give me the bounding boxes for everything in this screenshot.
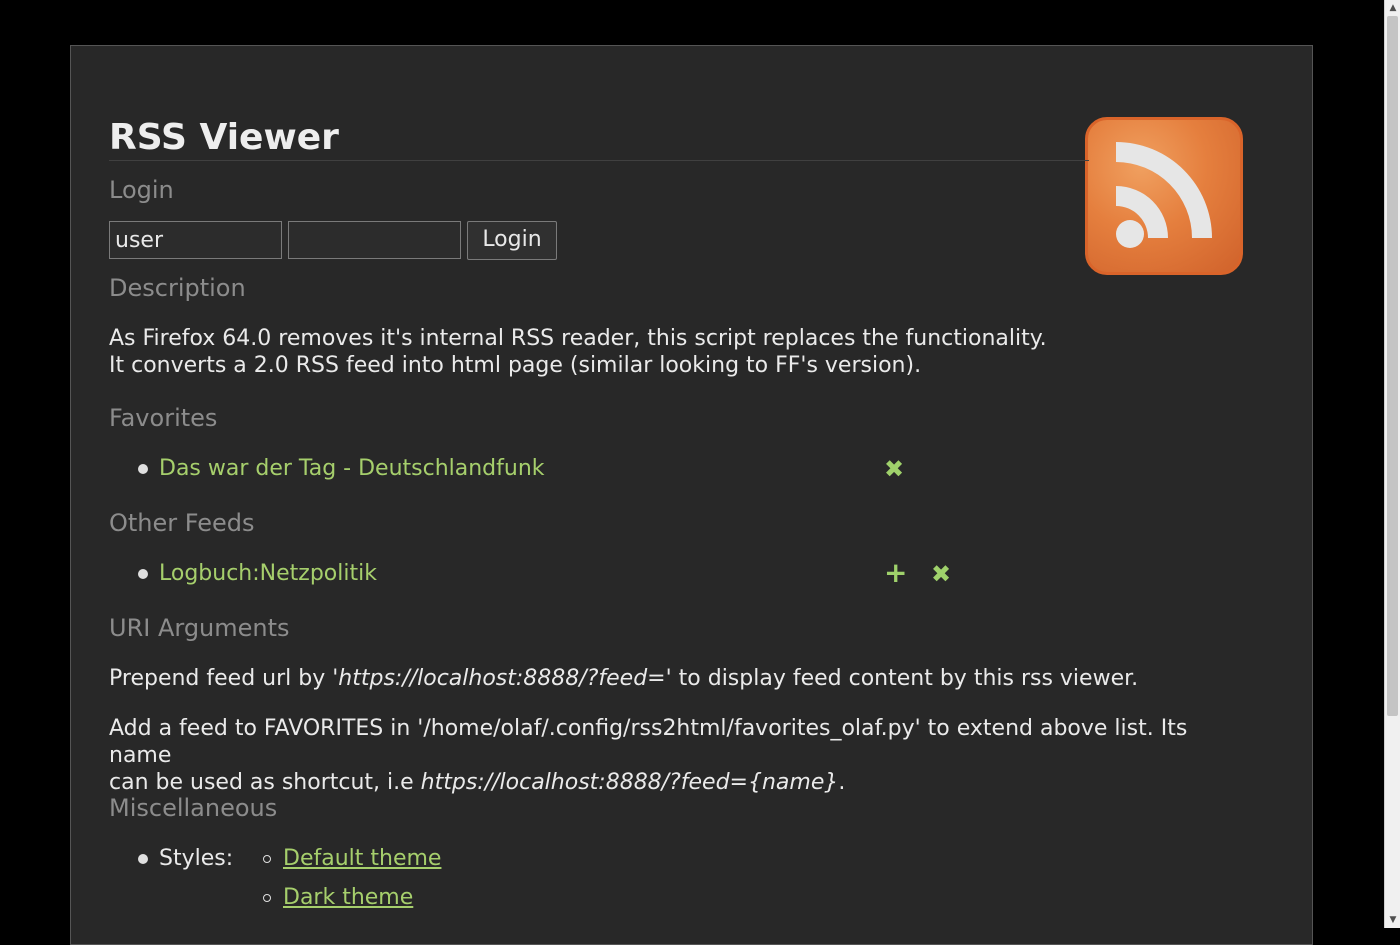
list-bullet bbox=[138, 569, 148, 579]
miscellaneous-heading: Miscellaneous bbox=[109, 794, 278, 822]
uri-arguments-heading: URI Arguments bbox=[109, 614, 290, 642]
vertical-scrollbar[interactable]: ▲ ▼ bbox=[1384, 0, 1400, 928]
uri-prepend-text: Prepend feed url by 'https://localhost:8… bbox=[109, 665, 1239, 692]
username-input[interactable] bbox=[109, 221, 282, 259]
favorites-config-text: Add a feed to FAVORITES in '/home/olaf/.… bbox=[109, 715, 1239, 796]
favorites-heading: Favorites bbox=[109, 404, 218, 432]
remove-favorite-icon[interactable]: ✖ bbox=[884, 455, 904, 483]
add-feed-icon[interactable]: + bbox=[884, 559, 907, 587]
description-line-1: As Firefox 64.0 removes it's internal RS… bbox=[109, 326, 1047, 351]
scroll-down-icon[interactable]: ▼ bbox=[1385, 912, 1400, 928]
login-button[interactable]: Login bbox=[467, 221, 557, 260]
uri-prepend-after: ' to display feed content by this rss vi… bbox=[665, 666, 1139, 691]
scrollbar-thumb[interactable] bbox=[1387, 16, 1398, 716]
uri-prepend-before: Prepend feed url by ' bbox=[109, 666, 339, 691]
favorites-config-line-1: Add a feed to FAVORITES in '/home/olaf/.… bbox=[109, 716, 1188, 768]
favorite-feed-link[interactable]: Das war der Tag - Deutschlandfunk bbox=[159, 455, 545, 483]
page-title: RSS Viewer bbox=[109, 116, 1089, 161]
other-feeds-heading: Other Feeds bbox=[109, 509, 255, 537]
default-theme-link[interactable]: Default theme bbox=[283, 845, 441, 873]
description-line-2: It converts a 2.0 RSS feed into html pag… bbox=[109, 353, 922, 378]
list-bullet bbox=[138, 464, 148, 474]
sub-list-bullet bbox=[263, 855, 271, 863]
dark-theme-link[interactable]: Dark theme bbox=[283, 884, 413, 912]
page-content: RSS Viewer Login Login Description As Fi… bbox=[70, 45, 1313, 945]
rss-logo-icon bbox=[1085, 117, 1243, 275]
styles-label: Styles: bbox=[159, 846, 234, 871]
list-bullet bbox=[138, 854, 148, 864]
scroll-up-icon[interactable]: ▲ bbox=[1385, 0, 1400, 16]
uri-prepend-example: https://localhost:8888/?feed= bbox=[338, 666, 666, 691]
favorites-config-before: can be used as shortcut, i.e bbox=[109, 770, 421, 795]
description-text: As Firefox 64.0 removes it's internal RS… bbox=[109, 325, 1239, 379]
password-input[interactable] bbox=[288, 221, 461, 259]
description-heading: Description bbox=[109, 274, 246, 302]
other-feed-link[interactable]: Logbuch:Netzpolitik bbox=[159, 560, 377, 588]
sub-list-bullet bbox=[263, 894, 271, 902]
favorites-config-example: https://localhost:8888/?feed={name} bbox=[420, 770, 839, 795]
login-heading: Login bbox=[109, 176, 174, 204]
remove-feed-icon[interactable]: ✖ bbox=[931, 560, 951, 588]
favorites-config-after: . bbox=[838, 770, 846, 795]
